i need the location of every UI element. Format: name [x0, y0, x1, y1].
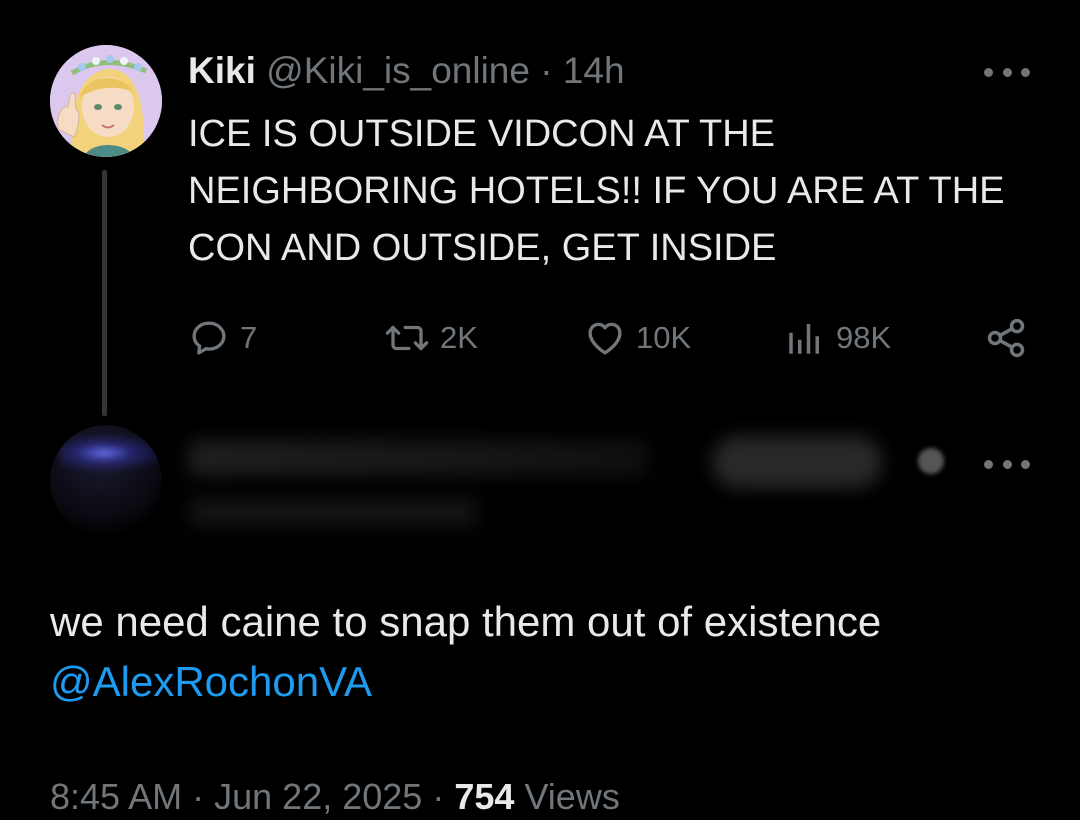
- retweet-icon: [385, 325, 429, 351]
- reply-views-count: 754: [454, 776, 515, 817]
- meta-separator: ·: [192, 776, 205, 817]
- avatar-illustration: [50, 45, 162, 157]
- tweet-timestamp[interactable]: 14h: [563, 50, 625, 91]
- verified-badge-icon: [918, 448, 944, 474]
- more-icon[interactable]: [984, 62, 1030, 82]
- tweet-action-bar: 7 2K 10K 98K: [188, 312, 1028, 364]
- header-separator: ·: [540, 50, 553, 91]
- retweet-count: 2K: [440, 320, 478, 355]
- follow-button-blurred[interactable]: [712, 436, 882, 488]
- reply-avatar[interactable]: [50, 425, 162, 537]
- author-display-name[interactable]: Kiki: [188, 50, 256, 91]
- retweet-button[interactable]: 2K: [384, 312, 478, 364]
- views-icon: [789, 324, 819, 354]
- heart-icon: [588, 322, 622, 355]
- mention-link[interactable]: @AlexRochonVA: [50, 652, 1050, 712]
- more-icon[interactable]: [984, 454, 1030, 474]
- reply-author-name-blurred: [188, 440, 648, 476]
- author-handle[interactable]: @Kiki_is_online: [266, 50, 530, 91]
- share-icon: [987, 318, 1025, 358]
- avatar[interactable]: [50, 45, 162, 157]
- reply-text: we need caine to snap them out of existe…: [50, 592, 1050, 712]
- tweet-text: ICE IS OUTSIDE VIDCON AT THE NEIGHBORING…: [188, 113, 1005, 269]
- post-date[interactable]: Jun 22, 2025: [214, 776, 422, 817]
- like-button[interactable]: 10K: [584, 312, 691, 364]
- meta-separator: ·: [432, 776, 445, 817]
- views-button[interactable]: 98K: [784, 312, 891, 364]
- reply-body: we need caine to snap them out of existe…: [50, 598, 882, 645]
- tweet-header: Kiki @Kiki_is_online · 14h: [188, 48, 625, 94]
- thread-connector-line: [102, 170, 107, 416]
- post-time[interactable]: 8:45 AM: [50, 776, 182, 817]
- reply-author-handle-blurred: [188, 498, 478, 526]
- reply-views-label: Views: [524, 776, 620, 817]
- reply-button[interactable]: 7: [188, 312, 257, 364]
- like-count: 10K: [636, 320, 692, 355]
- reply-count: 7: [240, 320, 258, 355]
- share-button[interactable]: [984, 312, 1028, 364]
- views-count: 98K: [836, 320, 892, 355]
- reply-meta: 8:45 AM · Jun 22, 2025 · 754 Views: [50, 774, 620, 820]
- reply-icon: [192, 321, 226, 355]
